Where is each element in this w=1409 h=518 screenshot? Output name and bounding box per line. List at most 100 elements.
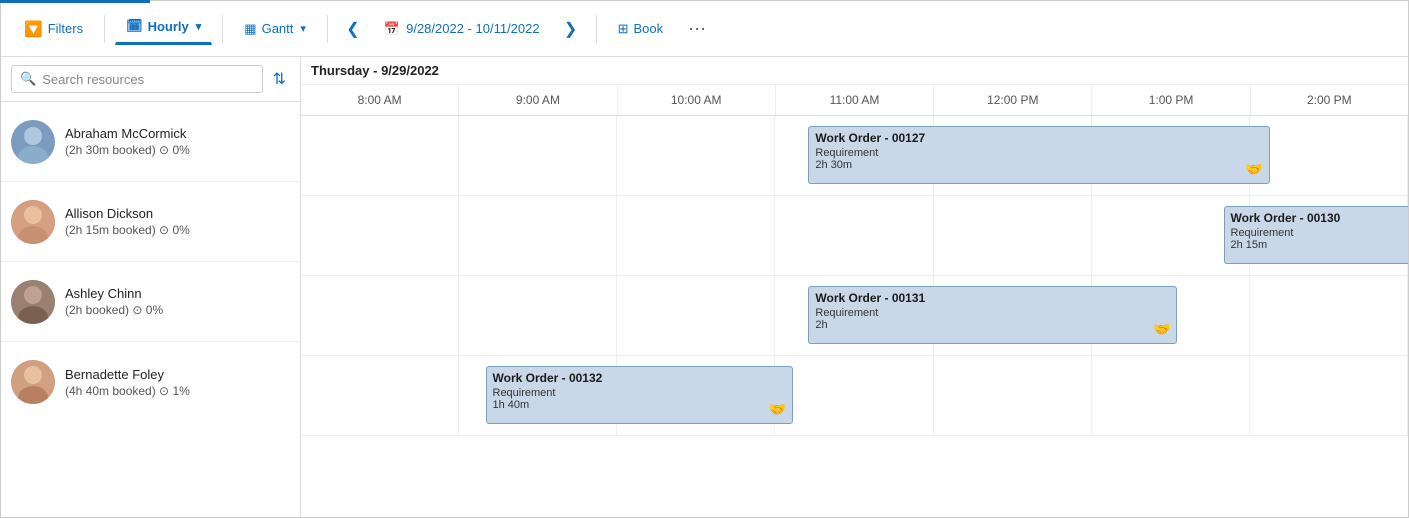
more-options-button[interactable]: ··· (680, 13, 714, 44)
next-date-button[interactable]: ❯ (556, 14, 586, 44)
gantt-row-0: Work Order - 00127 Requirement 2h 30m 🤝 (301, 116, 1408, 196)
filters-button[interactable]: 🔽 Filters (13, 14, 94, 44)
gantt-button[interactable]: ▦ Gantt ▾ (233, 15, 317, 43)
wo-00132-title: Work Order - 00132 (493, 371, 787, 385)
wo-00132-block[interactable]: Work Order - 00132 Requirement 1h 40m 🤝 (486, 366, 794, 424)
resource-name: Ashley Chinn (65, 286, 163, 301)
wo-00130-title: Work Order - 00130 (1231, 211, 1409, 225)
gantt-icon: ▦ (244, 21, 256, 37)
handshake-icon: 🤝 (769, 401, 786, 418)
gantt-label: Gantt (262, 21, 294, 36)
gantt-cell (1250, 356, 1408, 435)
avatar-image-0 (11, 120, 55, 164)
resource-meta: (2h 15m booked) ⊙ 0% (65, 223, 190, 237)
gantt-cell (617, 196, 775, 275)
resource-name: Abraham McCormick (65, 126, 190, 141)
gantt-cell (459, 196, 617, 275)
gantt-area: 🔍 Search resources ⇅ (1, 57, 1408, 518)
search-icon: 🔍 (20, 71, 36, 87)
handshake-icon: 🤝 (1245, 161, 1262, 178)
wo-00130-block[interactable]: Work Order - 00130 Requirement 2h 15m (1224, 206, 1409, 264)
wo-00127-title: Work Order - 00127 (815, 131, 1262, 145)
hourly-chevron-icon: ▾ (196, 20, 202, 33)
prev-date-button[interactable]: ❮ (338, 14, 368, 44)
resource-name: Bernadette Foley (65, 367, 190, 382)
list-item: Abraham McCormick (2h 30m booked) ⊙ 0% (1, 102, 300, 182)
hourly-button[interactable]: 🗓 Hourly ▾ (115, 12, 212, 45)
gantt-cell (301, 116, 459, 195)
gantt-cell (301, 356, 459, 435)
list-item: Allison Dickson (2h 15m booked) ⊙ 0% (1, 182, 300, 262)
gantt-cell (934, 196, 1092, 275)
wo-00132-sub: Requirement (493, 387, 787, 399)
wo-00127-sub: Requirement (815, 147, 1262, 159)
filters-label: Filters (48, 21, 83, 36)
gantt-cell (301, 276, 459, 355)
gantt-chevron-icon: ▾ (300, 22, 306, 35)
resource-name: Allison Dickson (65, 206, 190, 221)
filter-icon: 🔽 (24, 20, 43, 38)
time-cell-9am: 9:00 AM (459, 85, 617, 115)
wo-00131-title: Work Order - 00131 (815, 291, 1170, 305)
time-cell-1pm: 1:00 PM (1092, 85, 1250, 115)
wo-00127-block[interactable]: Work Order - 00127 Requirement 2h 30m 🤝 (808, 126, 1269, 184)
time-cell-8am: 8:00 AM (301, 85, 459, 115)
chevron-left-icon: ❮ (346, 19, 359, 39)
gantt-cell (775, 196, 933, 275)
avatar-image-1 (11, 200, 55, 244)
list-item: Bernadette Foley (4h 40m booked) ⊙ 1% (1, 342, 300, 422)
time-cell-12pm: 12:00 PM (934, 85, 1092, 115)
chevron-right-icon: ❯ (564, 19, 577, 39)
avatar-image-2 (11, 280, 55, 324)
gantt-row-3: Work Order - 00132 Requirement 1h 40m 🤝 (301, 356, 1408, 436)
avatar-image-3 (11, 360, 55, 404)
wo-00130-duration: 2h 15m (1231, 239, 1409, 251)
resource-list: Abraham McCormick (2h 30m booked) ⊙ 0% (1, 102, 300, 518)
gantt-cell (1250, 116, 1408, 195)
time-cell-11am: 11:00 AM (776, 85, 934, 115)
toolbar-separator-1 (104, 15, 105, 43)
gantt-header-row: Thursday - 9/29/2022 8:00 AM 9:00 AM 10:… (301, 57, 1408, 116)
toolbar-separator-4 (596, 15, 597, 43)
app-container: 🔽 Filters 🗓 Hourly ▾ ▦ Gantt ▾ ❮ 📅 9/28/… (0, 0, 1409, 518)
wo-00130-sub: Requirement (1231, 227, 1409, 239)
sort-button[interactable]: ⇅ (269, 65, 290, 93)
resource-info: Bernadette Foley (4h 40m booked) ⊙ 1% (65, 367, 190, 398)
search-input-wrapper[interactable]: 🔍 Search resources (11, 65, 263, 93)
resource-meta: (2h 30m booked) ⊙ 0% (65, 143, 190, 157)
wo-00131-block[interactable]: Work Order - 00131 Requirement 2h 🤝 (808, 286, 1177, 344)
wo-00131-duration: 2h (815, 319, 1170, 331)
gantt-cell (775, 356, 933, 435)
date-range-label: 9/28/2022 - 10/11/2022 (406, 21, 540, 36)
book-button[interactable]: ⊞ Book (607, 15, 675, 43)
book-label: Book (634, 21, 664, 36)
resource-info: Abraham McCormick (2h 30m booked) ⊙ 0% (65, 126, 190, 157)
toolbar: 🔽 Filters 🗓 Hourly ▾ ▦ Gantt ▾ ❮ 📅 9/28/… (1, 1, 1408, 57)
left-panel: 🔍 Search resources ⇅ (1, 57, 301, 518)
resource-info: Allison Dickson (2h 15m booked) ⊙ 0% (65, 206, 190, 237)
gantt-cell (617, 276, 775, 355)
gantt-cell (1092, 356, 1250, 435)
handshake-icon: 🤝 (1153, 321, 1170, 338)
wo-00132-duration: 1h 40m (493, 399, 787, 411)
gantt-cell (301, 196, 459, 275)
avatar (11, 280, 55, 324)
more-icon: ··· (688, 18, 706, 38)
time-cell-10am: 10:00 AM (618, 85, 776, 115)
hourly-label: Hourly (148, 19, 189, 34)
list-item: Ashley Chinn (2h booked) ⊙ 0% (1, 262, 300, 342)
gantt-cell (459, 276, 617, 355)
book-plus-icon: ⊞ (618, 21, 629, 37)
resource-meta: (2h booked) ⊙ 0% (65, 303, 163, 317)
gantt-cell (934, 356, 1092, 435)
gantt-cell (1250, 276, 1408, 355)
search-placeholder: Search resources (42, 72, 144, 87)
wo-00131-sub: Requirement (815, 307, 1170, 319)
toolbar-separator-2 (222, 15, 223, 43)
search-bar: 🔍 Search resources ⇅ (1, 57, 300, 102)
avatar (11, 360, 55, 404)
date-range-button[interactable]: 📅 9/28/2022 - 10/11/2022 (374, 16, 550, 42)
calendar-range-icon: 📅 (384, 21, 400, 37)
hourly-calendar-icon: 🗓 (126, 18, 143, 34)
gantt-cell (617, 116, 775, 195)
